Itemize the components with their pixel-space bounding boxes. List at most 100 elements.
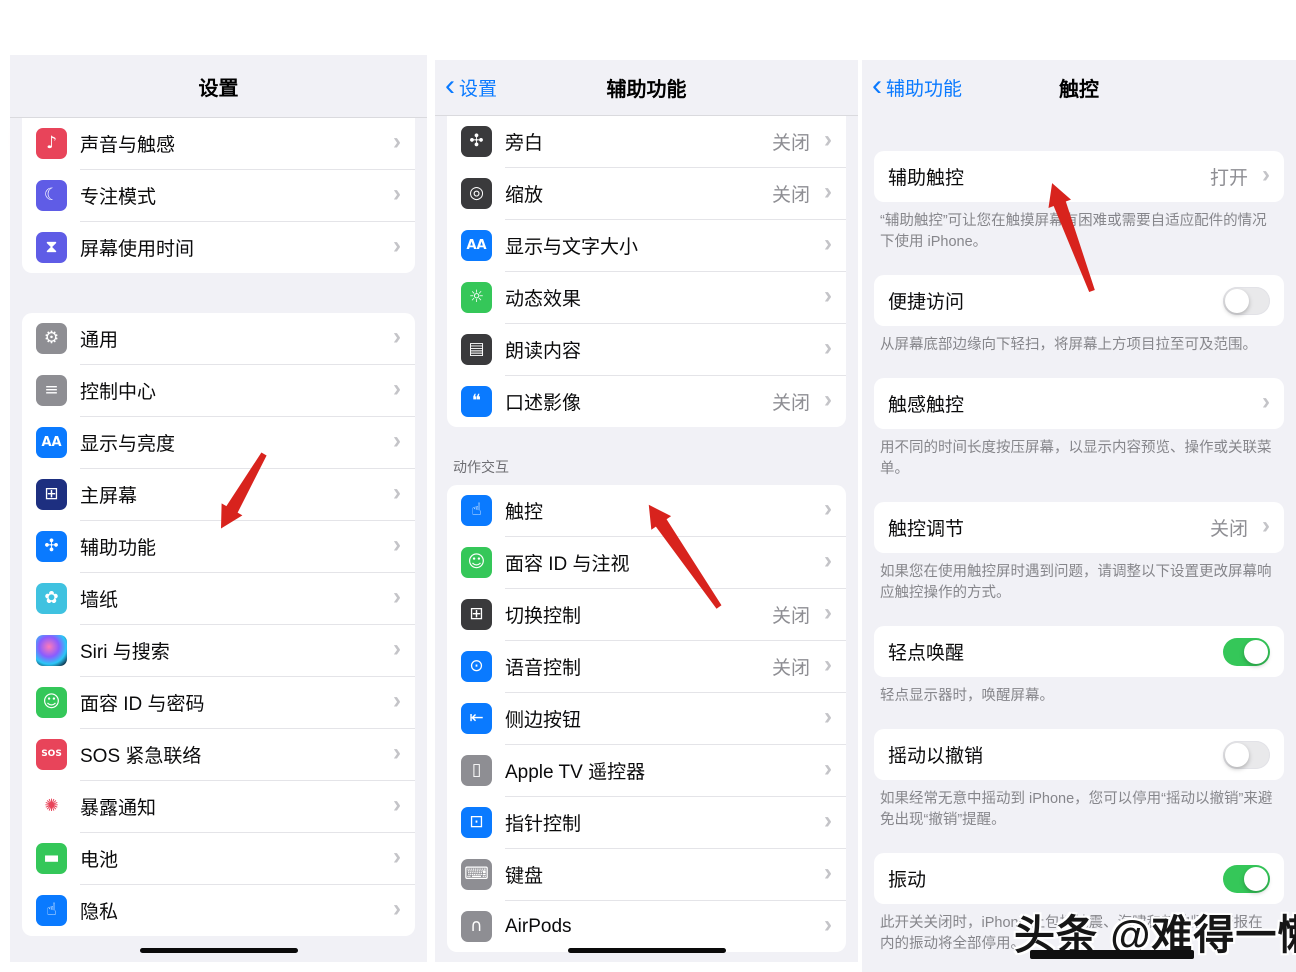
row-general[interactable]: ⚙ 通用 › (22, 313, 415, 364)
toggle-shake-to-undo[interactable] (1223, 740, 1270, 769)
chevron-right-icon: › (393, 478, 401, 506)
chevron-right-icon: › (824, 598, 832, 626)
hand-icon: ☝ (36, 895, 67, 926)
chevron-left-icon: ‹ (872, 68, 882, 102)
row-display-brightness[interactable]: AA 显示与亮度 › (22, 417, 415, 468)
toggle-reachability[interactable] (1223, 286, 1270, 315)
row-sound-haptics[interactable]: ♪ 声音与触感 › (22, 118, 415, 169)
row-audio-descriptions[interactable]: ❝ 口述影像 关闭 › (447, 376, 846, 427)
row-haptic-touch[interactable]: 触感触控 › (874, 378, 1284, 429)
row-side-button[interactable]: ⇤ 侧边按钮 › (447, 693, 846, 744)
row-voiceover[interactable]: ✣ 旁白 关闭 › (447, 116, 846, 167)
row-privacy[interactable]: ☝ 隐私 › (22, 885, 415, 936)
chevron-right-icon: › (393, 894, 401, 922)
moon-icon: ☾ (36, 180, 67, 211)
home-indicator[interactable] (567, 948, 726, 953)
chevron-right-icon: › (824, 754, 832, 782)
voice-face-icon: ⊙ (461, 651, 492, 682)
row-value: 关闭 (771, 133, 810, 154)
hourglass-icon: ⧗ (36, 232, 67, 263)
settings-group: ✣ 旁白 关闭 › ◎ 缩放 关闭 › AA 显示与文字大小 › ☼ 动态效果 › ▤ 朗读内容 › ❝ 口述影像关… (447, 116, 846, 427)
toggle-tap-to-wake[interactable] (1223, 637, 1270, 666)
chevron-right-icon: › (824, 702, 832, 730)
row-sos-emergency[interactable]: SOS SOS 紧急联络 › (22, 729, 415, 780)
row-label: AirPods (505, 915, 572, 937)
settings-group: 摇动以撤销 (874, 729, 1284, 780)
row-exposure-notifications[interactable]: ✺ 暴露通知 › (22, 781, 415, 832)
watermark-underline (1030, 950, 1194, 959)
back-button[interactable]: ‹ 设置 (445, 68, 497, 103)
row-label: 切换控制 (505, 606, 582, 627)
row-keyboard[interactable]: ⌨ 键盘 › (447, 849, 846, 900)
row-pointer-control[interactable]: ⊡ 指针控制 › (447, 797, 846, 848)
row-touch[interactable]: ☝ 触控 › (447, 485, 846, 536)
row-motion[interactable]: ☼ 动态效果 › (447, 272, 846, 323)
row-label: 触控 (505, 502, 544, 523)
touch-panel: ‹ 辅助功能 触控 辅助触控 打开 › “辅助触控”可让您在触摸屏幕有困难或需要自适应… (862, 60, 1296, 972)
row-label: 声音与触感 (80, 135, 176, 156)
row-wallpaper[interactable]: ✿ 墙纸 › (22, 573, 415, 624)
row-touch-accommodations[interactable]: 触控调节 关闭 › (874, 502, 1284, 553)
settings-group: 触感触控 › (874, 378, 1284, 429)
row-face-id-attention[interactable]: ☺ 面容 ID 与注视 › (447, 537, 846, 588)
chevron-left-icon: ‹ (445, 68, 455, 102)
settings-group: 轻点唤醒 (874, 626, 1284, 677)
row-label: 键盘 (505, 866, 544, 887)
row-zoom[interactable]: ◎ 缩放 关闭 › (447, 168, 846, 219)
row-label: 电池 (80, 850, 119, 871)
group-footer: 轻点显示器时，唤醒屏幕。 (880, 688, 1054, 704)
row-screen-time[interactable]: ⧗ 屏幕使用时间 › (22, 222, 415, 273)
row-focus-mode[interactable]: ☾ 专注模式 › (22, 170, 415, 221)
chevron-right-icon: › (393, 530, 401, 558)
settings-list: ✣ 旁白 关闭 › ◎ 缩放 关闭 › AA 显示与文字大小 › ☼ 动态效果 › ▤ 朗读内容 › ❝ 口述影像关… (435, 116, 858, 952)
text-size-icon: AA (36, 427, 67, 458)
row-assistivetouch[interactable]: 辅助触控 打开 › (874, 151, 1284, 202)
row-label: 触感触控 (888, 395, 965, 416)
speech-bubble-icon: ▤ (461, 334, 492, 365)
row-label: 通用 (80, 330, 119, 351)
sos-icon: SOS (36, 739, 67, 770)
row-display-text-size[interactable]: AA 显示与文字大小 › (447, 220, 846, 271)
toggle-vibration[interactable] (1223, 864, 1270, 893)
row-apple-tv-remote[interactable]: ▯ Apple TV 遥控器 › (447, 745, 846, 796)
row-label: 暴露通知 (80, 798, 157, 819)
row-home-screen[interactable]: ⊞ 主屏幕 › (22, 469, 415, 520)
row-spoken-content[interactable]: ▤ 朗读内容 › (447, 324, 846, 375)
row-reachability[interactable]: 便捷访问 (874, 275, 1284, 326)
settings-list: 辅助触控 打开 › “辅助触控”可让您在触摸屏幕有困难或需要自适应配件的情况下使用 i… (862, 151, 1296, 955)
chevron-right-icon: › (1262, 387, 1270, 415)
nav-bar: ‹ 辅助功能 触控 (862, 60, 1296, 115)
row-battery[interactable]: ▬ 电池 › (22, 833, 415, 884)
row-shake-to-undo[interactable]: 摇动以撤销 (874, 729, 1284, 780)
row-face-id-passcode[interactable]: ☺ 面容 ID 与密码 › (22, 677, 415, 728)
voiceover-icon: ✣ (461, 126, 492, 157)
row-label: 口述影像 (505, 393, 582, 414)
chevron-right-icon: › (393, 374, 401, 402)
row-control-center[interactable]: ≡ 控制中心 › (22, 365, 415, 416)
settings-group: 辅助触控 打开 › (874, 151, 1284, 202)
back-button[interactable]: ‹ 辅助功能 (872, 68, 962, 103)
chevron-right-icon: › (824, 125, 832, 153)
touch-hand-icon: ☝ (461, 495, 492, 526)
exposure-icon: ✺ (36, 791, 67, 822)
row-accessibility[interactable]: ✣ 辅助功能 › (22, 521, 415, 572)
chevron-right-icon: › (824, 385, 832, 413)
keyboard-icon: ⌨ (461, 859, 492, 890)
chevron-right-icon: › (393, 322, 401, 350)
row-airpods[interactable]: ∩ AirPods › (447, 901, 846, 952)
toggle-knob (1244, 639, 1268, 664)
nav-bar: ‹ 设置 辅助功能 (435, 60, 858, 116)
gear-icon: ⚙ (36, 323, 67, 354)
row-voice-control[interactable]: ⊙ 语音控制 关闭 › (447, 641, 846, 692)
group-footer: 用不同的时间长度按压屏幕，以显示内容预览、操作或关联菜单。 (880, 440, 1272, 477)
home-indicator[interactable] (139, 948, 298, 953)
row-vibration[interactable]: 振动 (874, 853, 1284, 904)
row-switch-control[interactable]: ⊞ 切换控制 关闭 › (447, 589, 846, 640)
chevron-right-icon: › (393, 127, 401, 155)
grid-icon: ⊞ (36, 479, 67, 510)
remote-icon: ▯ (461, 755, 492, 786)
row-label: SOS 紧急联络 (80, 746, 202, 767)
row-siri-search[interactable]: Siri 与搜索 › (22, 625, 415, 676)
switch-grid-icon: ⊞ (461, 599, 492, 630)
row-tap-to-wake[interactable]: 轻点唤醒 (874, 626, 1284, 677)
